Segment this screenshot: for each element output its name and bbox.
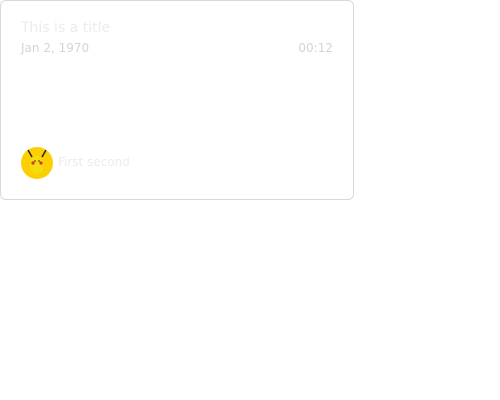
card-time: 00:12 [298,41,333,55]
card[interactable]: This is a title Jan 2, 1970 00:12 First … [0,0,354,200]
avatar-pikachu-icon [21,147,53,179]
card-title: This is a title [21,20,111,36]
author-name: First second [58,155,130,169]
card-date: Jan 2, 1970 [21,41,90,55]
